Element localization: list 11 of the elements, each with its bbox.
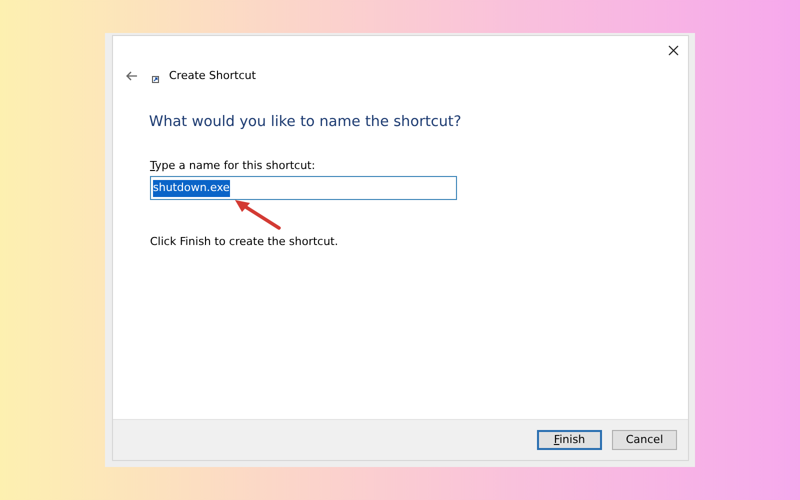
instruction-text: Click Finish to create the shortcut. [150,234,340,250]
cancel-button[interactable]: Cancel [612,430,677,450]
back-arrow-icon [125,71,138,81]
shortcut-icon [152,76,159,82]
close-icon [668,44,678,56]
field-label: Type a name for this shortcut: [150,158,316,174]
window-title: Create Shortcut [169,68,256,84]
heading: What would you like to name the shortcut? [149,113,462,132]
arrow-annotation [233,198,283,230]
name-input-field[interactable]: shutdown.exe [150,176,457,200]
finish-button[interactable]: Finish [537,430,602,450]
